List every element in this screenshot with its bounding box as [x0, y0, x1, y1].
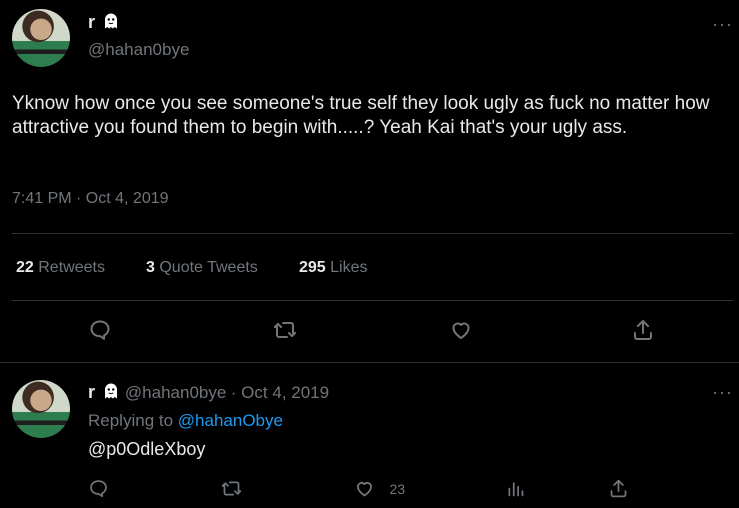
retweets-count: 22	[16, 259, 34, 276]
likes-label: Likes	[330, 259, 368, 276]
reply-icon[interactable]	[88, 318, 112, 347]
tweet-timestamp[interactable]: 7:41 PM · Oct 4, 2019	[12, 190, 169, 208]
reply-date[interactable]: · Oct 4, 2019	[231, 383, 329, 402]
reply-author-name[interactable]: r	[88, 382, 95, 402]
like-icon[interactable]	[449, 318, 473, 347]
share-icon[interactable]	[631, 318, 655, 347]
divider	[12, 300, 733, 301]
like-count: 23	[389, 480, 406, 497]
replying-to: Replying to @hahanObye	[88, 411, 283, 431]
author-name[interactable]: r	[88, 12, 95, 32]
more-options-button[interactable]: ···	[712, 14, 733, 35]
replying-to-handle[interactable]: @hahanObye	[178, 411, 283, 430]
author-handle[interactable]: @hahan0bye	[88, 40, 189, 60]
retweets-label: Retweets	[38, 259, 105, 276]
divider	[12, 233, 733, 234]
replying-to-label: Replying to	[88, 411, 174, 430]
reply-header: r @hahan0bye · Oct 4, 2019	[88, 382, 329, 405]
divider	[0, 362, 739, 363]
analytics-icon[interactable]	[505, 478, 526, 504]
ghost-icon	[102, 12, 120, 35]
author-avatar[interactable]	[12, 9, 70, 67]
reply-author-avatar[interactable]	[12, 380, 70, 438]
ghost-icon	[102, 382, 120, 405]
tweet-text: Yknow how once you see someone's true se…	[12, 93, 710, 138]
retweet-icon[interactable]	[273, 318, 297, 347]
reply-more-options-button[interactable]: ···	[712, 382, 733, 403]
quotes-label: Quote Tweets	[159, 259, 258, 276]
likes-stat[interactable]: 295 Likes	[299, 259, 368, 277]
like-icon	[357, 482, 372, 497]
like-button[interactable]: 23	[354, 478, 405, 499]
retweet-icon[interactable]	[221, 478, 242, 504]
reply-author-handle[interactable]: @hahan0bye	[125, 383, 226, 402]
quote-tweets-stat[interactable]: 3 Quote Tweets	[146, 259, 258, 277]
likes-count: 295	[299, 259, 326, 276]
author-name-row[interactable]: r	[88, 12, 120, 35]
quotes-count: 3	[146, 259, 155, 276]
reply-icon[interactable]	[88, 478, 109, 504]
reply-text: @p0OdleXboy	[88, 439, 206, 459]
share-icon[interactable]	[608, 478, 629, 504]
retweets-stat[interactable]: 22 Retweets	[16, 259, 105, 277]
